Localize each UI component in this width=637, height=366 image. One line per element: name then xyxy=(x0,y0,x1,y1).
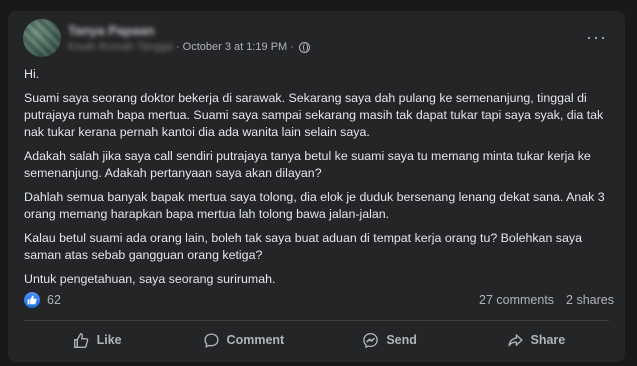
post-paragraph: Kalau betul suami ada orang lain, boleh … xyxy=(24,231,582,262)
comment-button[interactable]: Comment xyxy=(170,324,316,356)
meta-separator: · xyxy=(175,41,180,53)
post-paragraph: Adakah salah jika saya call sendiri putr… xyxy=(24,149,591,180)
post-card: Tanya Papaan Kisah Rumah Tangga · Octobe… xyxy=(8,11,625,362)
post-stats: 62 27 comments 2 shares xyxy=(24,292,614,310)
group-name[interactable]: Kisah Rumah Tangga xyxy=(68,41,173,53)
author-name[interactable]: Tanya Papaan xyxy=(68,23,154,38)
comment-label: Comment xyxy=(226,333,285,347)
like-label: Like xyxy=(96,333,122,347)
reaction-count[interactable]: 62 xyxy=(47,293,61,307)
share-icon xyxy=(507,333,523,346)
more-options-icon[interactable]: ··· xyxy=(586,28,607,46)
send-button[interactable]: Send xyxy=(317,324,463,356)
action-bar: Like Comment Send Share xyxy=(24,324,609,356)
post-body: Hi. Suami saya seorang doktor bekerja di… xyxy=(24,66,614,295)
globe-icon xyxy=(298,41,310,53)
post-meta: Kisah Rumah Tangga · October 3 at 1:19 P… xyxy=(68,41,310,53)
share-label: Share xyxy=(530,333,566,347)
like-reaction-icon[interactable] xyxy=(24,292,40,308)
share-button[interactable]: Share xyxy=(463,324,609,356)
meta-separator-2: · xyxy=(290,41,294,53)
post-paragraph: Untuk pengetahuan, saya seorang suriruma… xyxy=(24,272,276,286)
author-avatar[interactable] xyxy=(23,19,61,57)
post-timestamp[interactable]: October 3 at 1:19 PM xyxy=(183,41,288,53)
post-paragraph: Dahlah semua banyak bapak mertua saya to… xyxy=(24,190,605,221)
post-paragraph: Suami saya seorang doktor bekerja di sar… xyxy=(24,91,604,139)
comment-icon xyxy=(203,332,219,348)
send-label: Send xyxy=(386,333,417,347)
like-button[interactable]: Like xyxy=(24,324,170,356)
post-paragraph: Hi. xyxy=(24,67,40,81)
shares-count[interactable]: 2 shares xyxy=(566,293,614,307)
messenger-icon xyxy=(363,332,379,348)
comments-count[interactable]: 27 comments xyxy=(479,293,554,307)
thumbs-up-icon xyxy=(73,332,88,348)
divider xyxy=(24,320,609,321)
